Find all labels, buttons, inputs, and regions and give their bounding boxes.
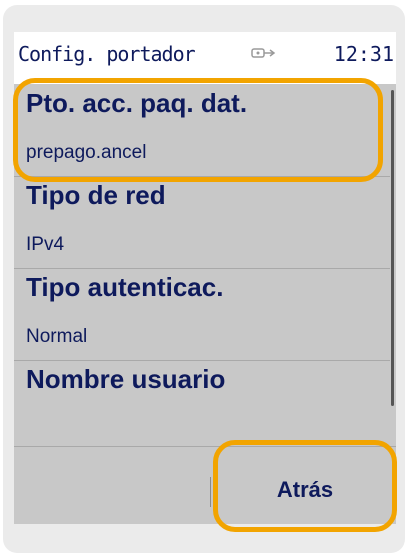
setting-value: Normal xyxy=(26,326,88,347)
screen-title: Config. portador xyxy=(18,42,196,66)
connection-icon xyxy=(251,48,276,58)
setting-value: IPv4 xyxy=(26,234,65,255)
setting-username[interactable]: Nombre usuario xyxy=(14,360,390,452)
setting-auth-type[interactable]: Tipo autenticac. Normal xyxy=(14,268,390,361)
status-bar: Config. portador 12:31 xyxy=(14,32,396,84)
scrollbar[interactable] xyxy=(391,90,394,406)
back-button-highlight xyxy=(213,440,397,532)
setting-network-type[interactable]: Tipo de red IPv4 xyxy=(14,176,390,269)
setting-label: Tipo de red xyxy=(26,180,166,210)
setting-label: Nombre usuario xyxy=(26,364,226,394)
softkey-divider xyxy=(210,477,211,507)
frame: Config. portador 12:31 Pto. acc. paq. da… xyxy=(0,0,412,560)
clock: 12:31 xyxy=(333,42,394,66)
focus-highlight xyxy=(13,78,383,182)
setting-label: Tipo autenticac. xyxy=(26,272,224,302)
